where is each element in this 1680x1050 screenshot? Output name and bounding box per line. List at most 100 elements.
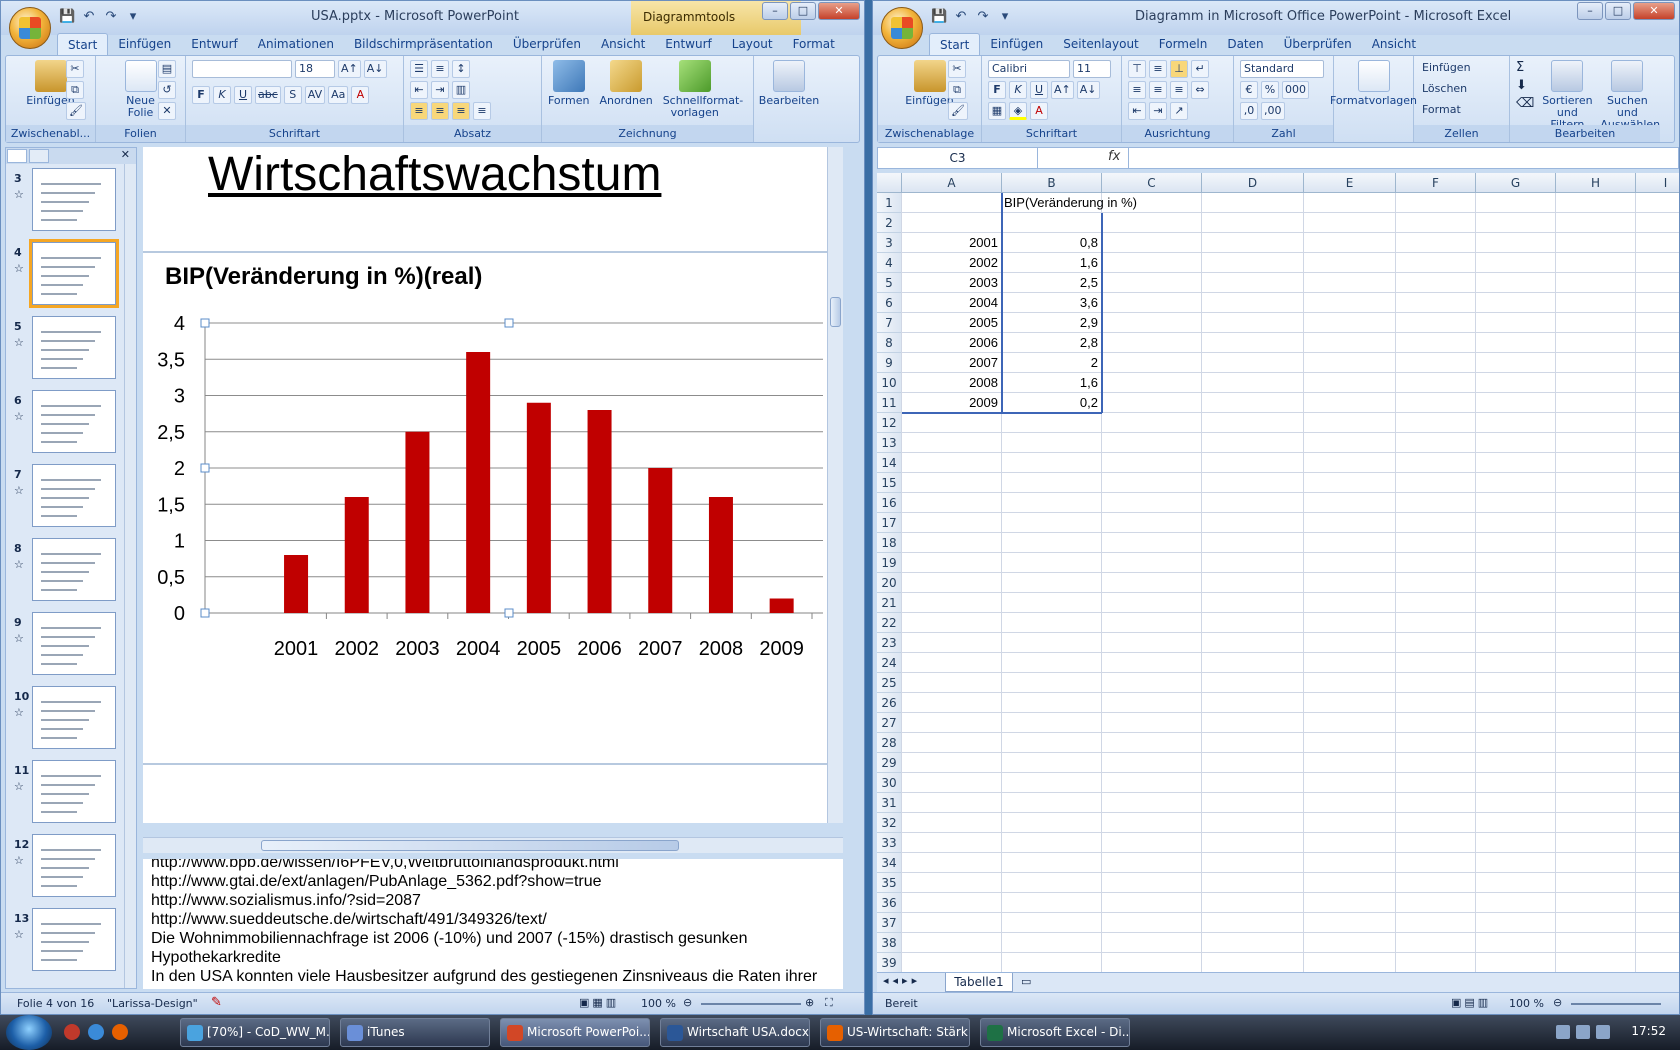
excel-zoom-level[interactable]: 100 % (1509, 997, 1544, 1010)
spellcheck-icon[interactable]: ✎ (211, 995, 222, 1010)
taskbar-button[interactable]: US-Wirtschaft: Stärk... (820, 1018, 970, 1047)
excel-align-right-icon[interactable]: ≡ (1170, 81, 1188, 99)
row-header[interactable]: 10 (877, 373, 902, 393)
taskbar-button[interactable]: Microsoft PowerPoi... (500, 1018, 650, 1047)
excel-shrink-font-icon[interactable]: A↓ (1076, 81, 1100, 99)
tray-icon-1[interactable] (1556, 1025, 1570, 1039)
maximize-button[interactable]: □ (790, 2, 816, 20)
row-header[interactable]: 16 (877, 493, 902, 513)
excel-zoom-slider[interactable] (1571, 1003, 1661, 1005)
cell-year[interactable]: 2002 (902, 253, 998, 273)
number-format-combo[interactable]: Standard (1240, 60, 1324, 78)
slide-thumbnail[interactable] (32, 686, 116, 749)
excel-minimize-button[interactable]: – (1577, 2, 1603, 20)
slide-thumbnail[interactable] (32, 612, 116, 675)
cell-value[interactable]: 1,6 (1002, 253, 1098, 273)
shadow-icon[interactable]: S (283, 86, 302, 104)
excel-bold-icon[interactable]: F (988, 81, 1006, 99)
column-header[interactable]: G (1476, 173, 1556, 193)
excel-tab-daten[interactable]: Daten (1217, 33, 1273, 55)
indent-increase-icon[interactable]: ⇥ (431, 81, 449, 99)
cell-year[interactable]: 2006 (902, 333, 998, 353)
cell-value[interactable]: 2,5 (1002, 273, 1098, 293)
taskbar-button[interactable]: Microsoft Excel - Di... (980, 1018, 1130, 1047)
row-header[interactable]: 31 (877, 793, 902, 813)
cell-value[interactable]: 2 (1002, 353, 1098, 373)
row-header[interactable]: 2 (877, 213, 902, 233)
grow-font-icon[interactable]: A↑ (338, 60, 361, 78)
row-header[interactable]: 36 (877, 893, 902, 913)
numbering-icon[interactable]: ≡ (431, 60, 449, 78)
tab-entwurf[interactable]: Entwurf (181, 33, 247, 55)
excel-view-buttons-icon[interactable]: ▣▤▥ (1451, 996, 1491, 1009)
line-spacing-icon[interactable]: ↕ (452, 60, 470, 78)
font-size-combo[interactable]: 18 (295, 60, 335, 78)
slide-hscroll-thumb[interactable] (261, 840, 679, 851)
slide-thumbnail[interactable] (32, 168, 116, 231)
fx-icon[interactable]: fx (1108, 149, 1120, 164)
row-header[interactable]: 7 (877, 313, 902, 333)
start-button[interactable] (6, 1015, 52, 1050)
cell-b1[interactable]: BIP(Veränderung in %) (1004, 193, 1224, 213)
tab-bildschirmpraesentation[interactable]: Bildschirmpräsentation (344, 33, 503, 55)
delete-slide-icon[interactable]: ✕ (158, 102, 176, 120)
close-pane-icon[interactable]: ✕ (121, 148, 130, 164)
row-header[interactable]: 8 (877, 333, 902, 353)
column-header[interactable]: B (1002, 173, 1102, 193)
row-header[interactable]: 13 (877, 433, 902, 453)
volume-icon[interactable] (1596, 1025, 1610, 1039)
row-header[interactable]: 17 (877, 513, 902, 533)
slide-thumbnail[interactable] (32, 538, 116, 601)
copy-icon[interactable]: ⧉ (66, 81, 84, 99)
bar-chart[interactable]: 0 0,5 1 1,5 2 2,5 3 3,5 4 2001 2002 2003 2004 2005 200… (143, 313, 823, 733)
tab-chart-format[interactable]: Format (783, 33, 845, 55)
thumbnail-scrollbar[interactable] (124, 164, 136, 988)
office-button[interactable] (9, 7, 51, 49)
row-header[interactable]: 14 (877, 453, 902, 473)
ie-icon[interactable] (88, 1024, 104, 1040)
excel-save-icon[interactable]: 💾 (931, 9, 947, 25)
cell-year[interactable]: 2005 (902, 313, 998, 333)
row-header[interactable]: 26 (877, 693, 902, 713)
zoom-in-icon[interactable]: ⊕ (805, 996, 814, 1009)
align-middle-icon[interactable]: ≡ (1149, 60, 1167, 78)
new-sheet-icon[interactable]: ▭ (1021, 975, 1031, 988)
row-header[interactable]: 34 (877, 853, 902, 873)
outline-tab[interactable] (29, 149, 49, 163)
align-top-icon[interactable]: ⊤ (1128, 60, 1146, 78)
tray-icon-2[interactable] (1576, 1025, 1590, 1039)
align-center-icon[interactable]: ≡ (431, 102, 449, 120)
excel-font-color-icon[interactable]: A (1030, 102, 1048, 120)
excel-tab-formeln[interactable]: Formeln (1149, 33, 1218, 55)
row-header[interactable]: 9 (877, 353, 902, 373)
row-header[interactable]: 27 (877, 713, 902, 733)
row-header[interactable]: 20 (877, 573, 902, 593)
excel-underline-icon[interactable]: U (1030, 81, 1048, 99)
italic-icon[interactable]: K (213, 86, 231, 104)
excel-italic-icon[interactable]: K (1009, 81, 1027, 99)
autosum-icon[interactable]: Σ (1516, 60, 1534, 75)
row-header[interactable]: 18 (877, 533, 902, 553)
cell-year[interactable]: 2003 (902, 273, 998, 293)
sheet-tab-tabelle1[interactable]: Tabelle1 (945, 973, 1013, 992)
minimize-button[interactable]: – (762, 2, 788, 20)
cell-value[interactable]: 3,6 (1002, 293, 1098, 313)
cell-year[interactable]: 2007 (902, 353, 998, 373)
taskbar-button[interactable]: [70%] - CoD_WW_M... (180, 1018, 330, 1047)
excel-format-painter-icon[interactable]: 🖌 (948, 102, 968, 120)
row-header[interactable]: 37 (877, 913, 902, 933)
slide-thumbnail[interactable] (29, 239, 119, 308)
row-header[interactable]: 19 (877, 553, 902, 573)
align-left-icon[interactable]: ≡ (410, 102, 428, 120)
row-header[interactable]: 5 (877, 273, 902, 293)
row-header[interactable]: 15 (877, 473, 902, 493)
cell-year[interactable]: 2004 (902, 293, 998, 313)
tab-einfuegen[interactable]: Einfügen (108, 33, 181, 55)
undo-icon[interactable]: ↶ (81, 9, 97, 25)
excel-office-button[interactable] (881, 7, 923, 49)
row-header[interactable]: 21 (877, 593, 902, 613)
excel-tab-einfuegen[interactable]: Einfügen (980, 33, 1053, 55)
excel-close-button[interactable]: ✕ (1633, 2, 1675, 20)
excel-cut-icon[interactable]: ✂ (948, 60, 966, 78)
excel-indent-decrease-icon[interactable]: ⇤ (1128, 102, 1146, 120)
